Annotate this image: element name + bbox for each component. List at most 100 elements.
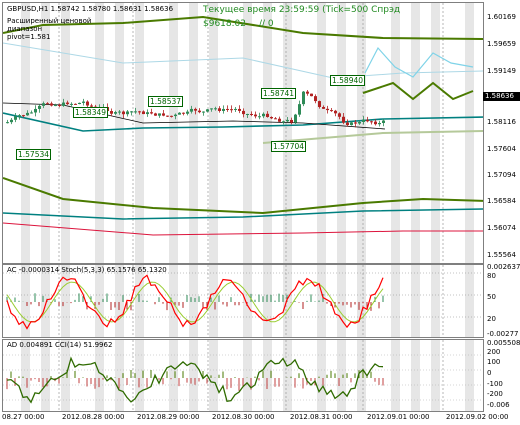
candle-body (298, 104, 301, 115)
session-band (21, 340, 30, 411)
price-tick: 1.59149 (487, 67, 516, 75)
stoch-tick: 50 (487, 293, 496, 301)
pivot-label: pivot=1.581 (7, 33, 51, 41)
candle-body (142, 111, 145, 115)
price-label: 1.58741 (261, 88, 297, 99)
candle-body (86, 101, 89, 106)
candle-body (18, 115, 21, 117)
candle-body (290, 119, 293, 123)
symbol-info: GBPUSD,H1 1.58742 1.58780 1.58631 1.5863… (7, 5, 174, 13)
candle-body (266, 113, 269, 117)
stoch-tick: -0.00277 (487, 330, 519, 338)
price-tick: 1.57604 (487, 145, 516, 153)
candle-body (6, 122, 9, 124)
session-band (169, 3, 178, 263)
session-band (411, 3, 420, 263)
main-chart[interactable]: GBPUSD,H1 1.58742 1.58780 1.58631 1.5863… (2, 2, 484, 264)
session-band (411, 340, 420, 411)
candle-body (78, 102, 81, 105)
candle-body (206, 109, 209, 112)
price-tick: 1.56584 (487, 197, 516, 205)
price-chart-canvas (3, 3, 483, 263)
candle-body (294, 114, 297, 123)
candle-body (74, 103, 77, 105)
session-band (283, 3, 292, 263)
session-band (317, 265, 326, 337)
candle-body (122, 111, 125, 115)
candle-body (242, 110, 245, 115)
session-band (41, 340, 50, 411)
candle-body (26, 112, 29, 116)
candle-body (366, 119, 369, 122)
candle-body (286, 119, 289, 122)
candle-body (230, 109, 233, 111)
candle-body (358, 122, 361, 124)
candle-body (370, 121, 373, 123)
price-tick: 1.56074 (487, 224, 516, 232)
session-band (317, 340, 326, 411)
time-tick: 2012.09.02 00:00 (446, 413, 509, 421)
candle-body (314, 96, 317, 102)
candle-body (118, 111, 121, 113)
candle-body (346, 122, 349, 126)
current-price-marker: 1.58636 (483, 92, 520, 101)
candle-body (354, 122, 357, 124)
session-band (465, 265, 474, 337)
candle-body (214, 108, 217, 110)
candle-body (222, 108, 225, 111)
stoch-tick: 20 (487, 315, 496, 323)
session-band (209, 3, 218, 263)
candle-body (330, 110, 333, 112)
candle-body (210, 108, 213, 110)
session-band (243, 340, 252, 411)
session-band (431, 340, 440, 411)
time-tick: 08.27 00:00 (2, 413, 45, 421)
range-label-1: Расширенный ценовой (7, 17, 92, 25)
session-band (357, 3, 366, 263)
candle-body (250, 113, 253, 115)
ad-cci-panel[interactable]: AD 0.004891 CCI(14) 51.9962 (2, 339, 484, 412)
candle-body (30, 112, 33, 114)
session-band (283, 340, 292, 411)
time-tick: 2012.08.31 00:00 (290, 413, 353, 421)
candle-body (302, 91, 305, 105)
candle-body (22, 115, 25, 117)
stoch-label: AC -0.0000314 Stoch(5,3,3) 65.1576 65.13… (7, 266, 167, 274)
candle-body (38, 105, 41, 109)
candle-body (58, 105, 61, 107)
candle-body (262, 113, 265, 117)
ad-tick: 200 (487, 348, 501, 356)
candle-body (134, 111, 137, 113)
candle-body (130, 111, 133, 113)
candle-body (282, 121, 285, 123)
session-band (337, 340, 346, 411)
price-tick: 1.57094 (487, 171, 516, 179)
session-band (189, 265, 198, 337)
candle-body (70, 103, 73, 105)
session-band (431, 265, 440, 337)
candle-body (174, 114, 177, 117)
ad-cci-canvas (3, 340, 483, 411)
candle-body (254, 114, 257, 117)
candle-body (362, 119, 365, 123)
session-band (317, 3, 326, 263)
price-tick: 1.55564 (487, 251, 516, 259)
candle-body (338, 113, 341, 117)
ad-tick: -100 (487, 380, 503, 388)
candle-body (162, 113, 165, 116)
session-band (135, 3, 144, 263)
candle-body (378, 122, 381, 125)
candle-body (10, 119, 13, 123)
candle-body (170, 115, 173, 117)
candle-body (50, 103, 53, 106)
session-band (61, 3, 70, 263)
candle-body (274, 118, 277, 120)
session-band (337, 3, 346, 263)
price-label-high: 1.58940 (330, 75, 366, 86)
session-band (391, 340, 400, 411)
stochastic-panel[interactable]: AC -0.0000314 Stoch(5,3,3) 65.1576 65.13… (2, 264, 484, 338)
session-band (115, 3, 124, 263)
candle-body (138, 111, 141, 113)
ad-tick: -0.006 (487, 401, 510, 409)
ad-tick: -200 (487, 390, 503, 398)
